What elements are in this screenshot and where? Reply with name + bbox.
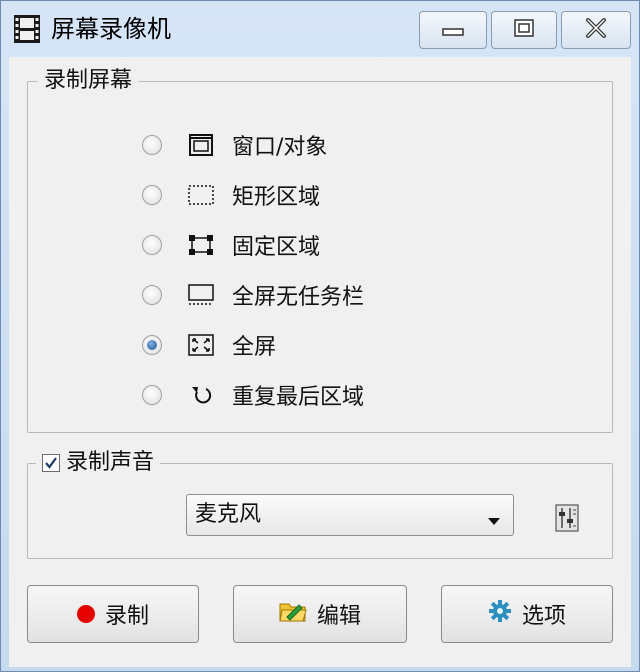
record-audio-group: 录制声音 麦克风 [27,448,613,559]
option-label: 窗口/对象 [232,135,328,160]
rectangle-region-radio[interactable] [142,185,162,205]
audio-device-select[interactable]: 麦克风 [186,494,514,536]
maximize-button[interactable] [491,11,557,49]
fixed-region-icon [188,233,214,257]
client-area: 录制屏幕 窗口/对象 矩形区域 固定区域 全屏无任务栏 全屏 重复最后区域 录制… [9,57,631,667]
repeat-arrow-icon [188,383,214,407]
fullscreen-no-taskbar-radio[interactable] [142,285,162,305]
option-fullscreen-no-taskbar[interactable]: 全屏无任务栏 [142,278,364,312]
dotted-rectangle-icon [188,183,214,207]
fixed-region-radio[interactable] [142,235,162,255]
edit-folder-icon [279,599,307,629]
record-audio-toggle[interactable]: 录制声音 [36,448,161,478]
record-button[interactable]: 录制 [27,585,199,643]
options-button-label: 选项 [521,604,566,629]
minimize-button[interactable] [419,11,487,49]
maximize-icon [514,19,534,41]
close-icon [585,18,607,42]
fullscreen-radio[interactable] [142,335,162,355]
fullscreen-icon [188,333,214,357]
option-repeat-last-region[interactable]: 重复最后区域 [142,378,364,412]
record-dot-icon [76,605,95,623]
title-bar[interactable]: 屏幕录像机 [1,1,639,57]
option-rectangle-region[interactable]: 矩形区域 [142,178,320,212]
option-label: 固定区域 [232,235,321,260]
film-strip-icon [11,13,43,45]
repeat-last-region-radio[interactable] [142,385,162,405]
option-label: 全屏 [232,335,277,360]
option-label: 全屏无任务栏 [232,285,365,310]
option-fullscreen[interactable]: 全屏 [142,328,276,362]
gear-icon [488,599,512,629]
window-object-radio[interactable] [142,135,162,155]
edit-button-label: 编辑 [316,604,361,629]
option-label: 矩形区域 [232,185,321,210]
option-fixed-region[interactable]: 固定区域 [142,228,320,262]
option-label: 重复最后区域 [232,385,365,410]
record-screen-group: 录制屏幕 窗口/对象 矩形区域 固定区域 全屏无任务栏 全屏 重复最后区域 [27,66,613,433]
record-audio-checkbox[interactable] [42,454,60,472]
option-window-object[interactable]: 窗口/对象 [142,128,327,162]
fullscreen-no-taskbar-icon [188,283,214,307]
screen-recorder-window: 屏幕录像机 录制屏幕 窗口/对象 矩形区域 固定区域 全屏无任务栏 全屏 重复最… [0,0,640,672]
edit-button[interactable]: 编辑 [233,585,407,643]
chevron-down-icon [487,511,501,530]
audio-mixer-icon[interactable] [554,504,580,532]
record-screen-group-title: 录制屏幕 [38,66,139,96]
audio-device-value: 麦克风 [195,502,262,527]
close-button[interactable] [561,11,631,49]
minimize-icon [442,21,464,40]
record-button-label: 录制 [104,604,149,629]
record-audio-label: 录制声音 [66,450,155,475]
window-title: 屏幕录像机 [51,15,171,43]
options-button[interactable]: 选项 [441,585,613,643]
window-object-icon [188,133,214,157]
